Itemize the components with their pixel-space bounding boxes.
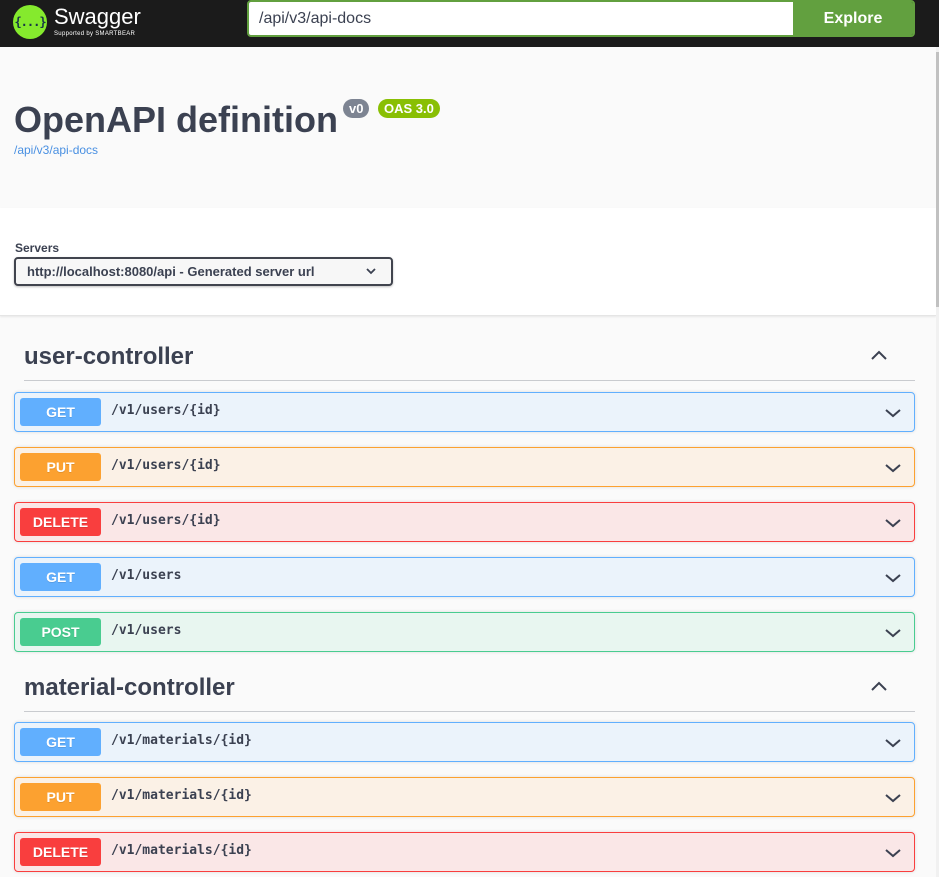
spec-link[interactable]: /api/v3/api-docs [14, 143, 98, 157]
operation-get-materials-id[interactable]: GET /v1/materials/{id} [14, 722, 915, 762]
operation-put-users-id[interactable]: PUT /v1/users/{id} [14, 447, 915, 487]
explore-form: Explore [247, 0, 915, 37]
operation-path: /v1/materials/{id} [111, 788, 252, 803]
operation-path: /v1/users [111, 568, 182, 583]
operation-delete-users-id[interactable]: DELETE /v1/users/{id} [14, 502, 915, 542]
operation-path: /v1/users/{id} [111, 403, 221, 418]
method-badge: DELETE [20, 508, 101, 536]
method-badge: GET [20, 728, 101, 756]
operation-path: /v1/users [111, 623, 182, 638]
tag-header-material-controller[interactable]: material-controller [24, 674, 915, 712]
method-badge: GET [20, 563, 101, 591]
method-badge: PUT [20, 453, 101, 481]
method-badge: DELETE [20, 838, 101, 866]
chevron-down-icon[interactable] [884, 404, 902, 427]
chevron-down-icon[interactable] [884, 734, 902, 757]
chevron-down-icon[interactable] [884, 844, 902, 867]
operation-post-users[interactable]: POST /v1/users [14, 612, 915, 652]
operation-put-materials-id[interactable]: PUT /v1/materials/{id} [14, 777, 915, 817]
chevron-down-icon[interactable] [884, 514, 902, 537]
tag-name: material-controller [24, 674, 235, 701]
page-title: OpenAPI definition [14, 99, 338, 140]
chevron-down-icon[interactable] [884, 459, 902, 482]
version-badge: v0 [343, 99, 370, 118]
logo-subtitle: Supported by SMARTBEAR [54, 31, 136, 37]
method-badge: GET [20, 398, 101, 426]
swagger-logo-icon: {...} [13, 5, 47, 39]
operation-get-users-id[interactable]: GET /v1/users/{id} [14, 392, 915, 432]
chevron-down-icon[interactable] [884, 624, 902, 647]
operation-path: /v1/materials/{id} [111, 843, 252, 858]
chevron-down-icon[interactable] [884, 789, 902, 812]
servers-label: Servers [15, 241, 60, 255]
chevron-down-icon [365, 265, 377, 280]
operation-delete-materials-id[interactable]: DELETE /v1/materials/{id} [14, 832, 915, 872]
spec-url-input[interactable] [249, 2, 793, 35]
chevron-up-icon[interactable] [869, 677, 889, 702]
servers-selected-value: http://localhost:8080/api - Generated se… [27, 264, 315, 279]
top-bar: {...} Swagger Supported by SMARTBEAR Exp… [0, 0, 939, 47]
operation-path: /v1/users/{id} [111, 513, 221, 528]
operation-path: /v1/users/{id} [111, 458, 221, 473]
servers-select[interactable]: http://localhost:8080/api - Generated se… [14, 257, 393, 286]
logo-name: Swagger [54, 4, 141, 29]
chevron-up-icon[interactable] [869, 346, 889, 371]
tag-name: user-controller [24, 343, 194, 370]
tag-header-user-controller[interactable]: user-controller [24, 343, 915, 381]
explore-button[interactable]: Explore [793, 2, 913, 35]
chevron-down-icon[interactable] [884, 569, 902, 592]
oas-badge: OAS 3.0 [378, 99, 440, 118]
method-badge: PUT [20, 783, 101, 811]
operation-get-users[interactable]: GET /v1/users [14, 557, 915, 597]
method-badge: POST [20, 618, 101, 646]
info-section: OpenAPI definition v0 OAS 3.0 /api/v3/ap… [0, 47, 936, 208]
swagger-logo[interactable]: {...} Swagger Supported by SMARTBEAR [13, 3, 141, 41]
operation-path: /v1/materials/{id} [111, 733, 252, 748]
servers-section: Servers http://localhost:8080/api - Gene… [0, 208, 936, 316]
